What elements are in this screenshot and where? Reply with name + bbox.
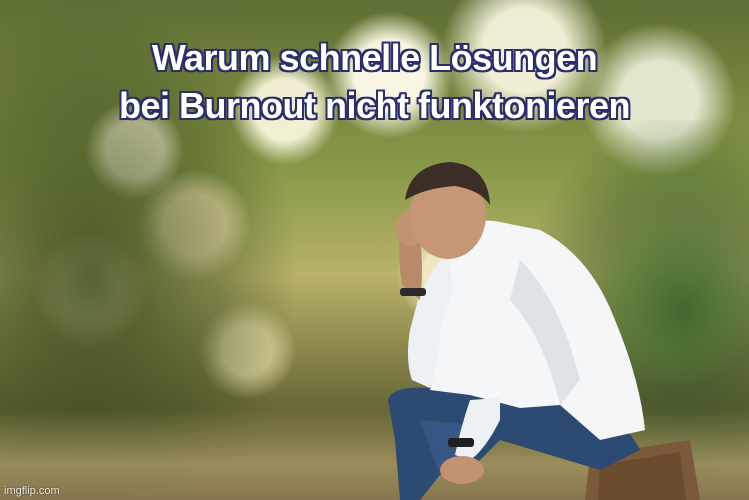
- caption-line-1: Warum schnelle Lösungen: [151, 37, 598, 78]
- caption-line-2: bei Burnout nicht funktonieren: [119, 85, 630, 126]
- imgflip-watermark: imgflip.com: [4, 485, 60, 497]
- meme-image: Warum schnelle Lösungen bei Burnout nich…: [0, 0, 749, 500]
- meme-caption: Warum schnelle Lösungen bei Burnout nich…: [0, 34, 749, 130]
